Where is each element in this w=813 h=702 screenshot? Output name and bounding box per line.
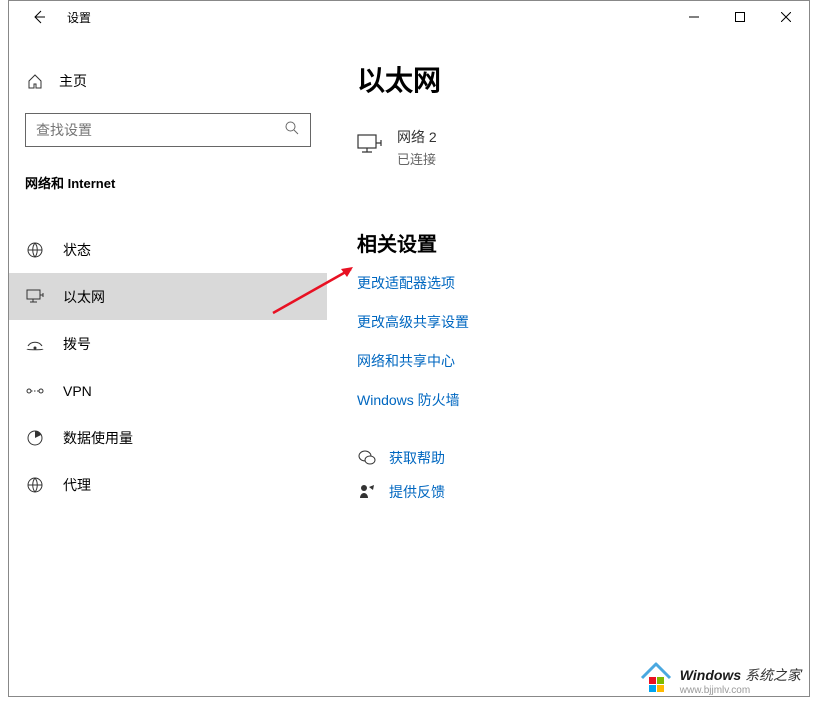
- dialup-icon: [25, 337, 45, 351]
- search-input[interactable]: [36, 122, 284, 138]
- sidebar-item-label: 状态: [63, 240, 91, 260]
- sidebar-item-proxy[interactable]: 代理: [9, 461, 327, 508]
- page-title: 以太网: [357, 59, 779, 99]
- watermark-text: Windows 系统之家 www.bjjmlv.com: [680, 665, 801, 696]
- status-icon: [25, 242, 45, 258]
- maximize-button[interactable]: [717, 1, 763, 33]
- give-feedback-link[interactable]: 提供反馈: [357, 482, 779, 502]
- back-arrow-icon: [31, 9, 47, 25]
- sidebar-section-header: 网络和 Internet: [9, 165, 327, 208]
- minimize-button[interactable]: [671, 1, 717, 33]
- watermark: Windows 系统之家 www.bjjmlv.com: [638, 662, 801, 698]
- sidebar-item-label: 拨号: [63, 334, 91, 354]
- network-name: 网络 2: [397, 127, 437, 147]
- watermark-logo-icon: [638, 662, 674, 698]
- home-label: 主页: [59, 71, 87, 91]
- search-icon: [284, 120, 300, 141]
- sidebar-item-data-usage[interactable]: 数据使用量: [9, 414, 327, 461]
- give-feedback-label: 提供反馈: [389, 482, 445, 502]
- window-controls: [671, 1, 809, 33]
- sidebar: 主页 网络和 Internet 状态: [9, 33, 327, 696]
- settings-window: 设置 主页: [8, 0, 810, 697]
- sidebar-item-label: 代理: [63, 475, 91, 495]
- home-button[interactable]: 主页: [9, 63, 327, 99]
- sidebar-item-label: 数据使用量: [63, 428, 133, 448]
- back-button[interactable]: [19, 1, 59, 33]
- data-usage-icon: [25, 430, 45, 446]
- main-panel: 以太网 网络 2 已连接 相关设置 更改适配器选项 更改高级共享设置 网络和共享…: [327, 33, 809, 696]
- maximize-icon: [735, 12, 745, 22]
- content-area: 主页 网络和 Internet 状态: [9, 33, 809, 696]
- network-status: 已连接: [397, 149, 437, 168]
- get-help-label: 获取帮助: [389, 448, 445, 468]
- watermark-title: Windows 系统之家: [680, 665, 801, 685]
- minimize-icon: [689, 12, 699, 22]
- vpn-icon: [25, 384, 45, 398]
- help-icon: [357, 450, 377, 466]
- ethernet-connected-icon: [357, 133, 383, 162]
- link-network-sharing-center[interactable]: 网络和共享中心: [357, 351, 779, 371]
- link-windows-firewall[interactable]: Windows 防火墙: [357, 390, 779, 410]
- sidebar-item-ethernet[interactable]: 以太网: [9, 273, 327, 320]
- watermark-url: www.bjjmlv.com: [680, 685, 801, 696]
- sidebar-item-vpn[interactable]: VPN: [9, 367, 327, 414]
- ethernet-icon: [25, 289, 45, 305]
- close-icon: [781, 12, 791, 22]
- titlebar: 设置: [9, 1, 809, 33]
- sidebar-item-dialup[interactable]: 拨号: [9, 320, 327, 367]
- home-icon: [25, 73, 45, 89]
- feedback-icon: [357, 484, 377, 500]
- search-box[interactable]: [25, 113, 311, 147]
- sidebar-item-label: 以太网: [63, 287, 105, 307]
- link-adapter-options[interactable]: 更改适配器选项: [357, 273, 779, 293]
- get-help-link[interactable]: 获取帮助: [357, 448, 779, 468]
- close-button[interactable]: [763, 1, 809, 33]
- sidebar-item-label: VPN: [63, 383, 92, 399]
- proxy-icon: [25, 477, 45, 493]
- nav-list: 状态 以太网 拨号 V: [9, 226, 327, 508]
- sidebar-item-status[interactable]: 状态: [9, 226, 327, 273]
- network-item[interactable]: 网络 2 已连接: [357, 127, 779, 168]
- related-settings-title: 相关设置: [357, 228, 779, 257]
- window-title: 设置: [67, 9, 91, 26]
- network-info: 网络 2 已连接: [397, 127, 437, 168]
- link-advanced-sharing[interactable]: 更改高级共享设置: [357, 312, 779, 332]
